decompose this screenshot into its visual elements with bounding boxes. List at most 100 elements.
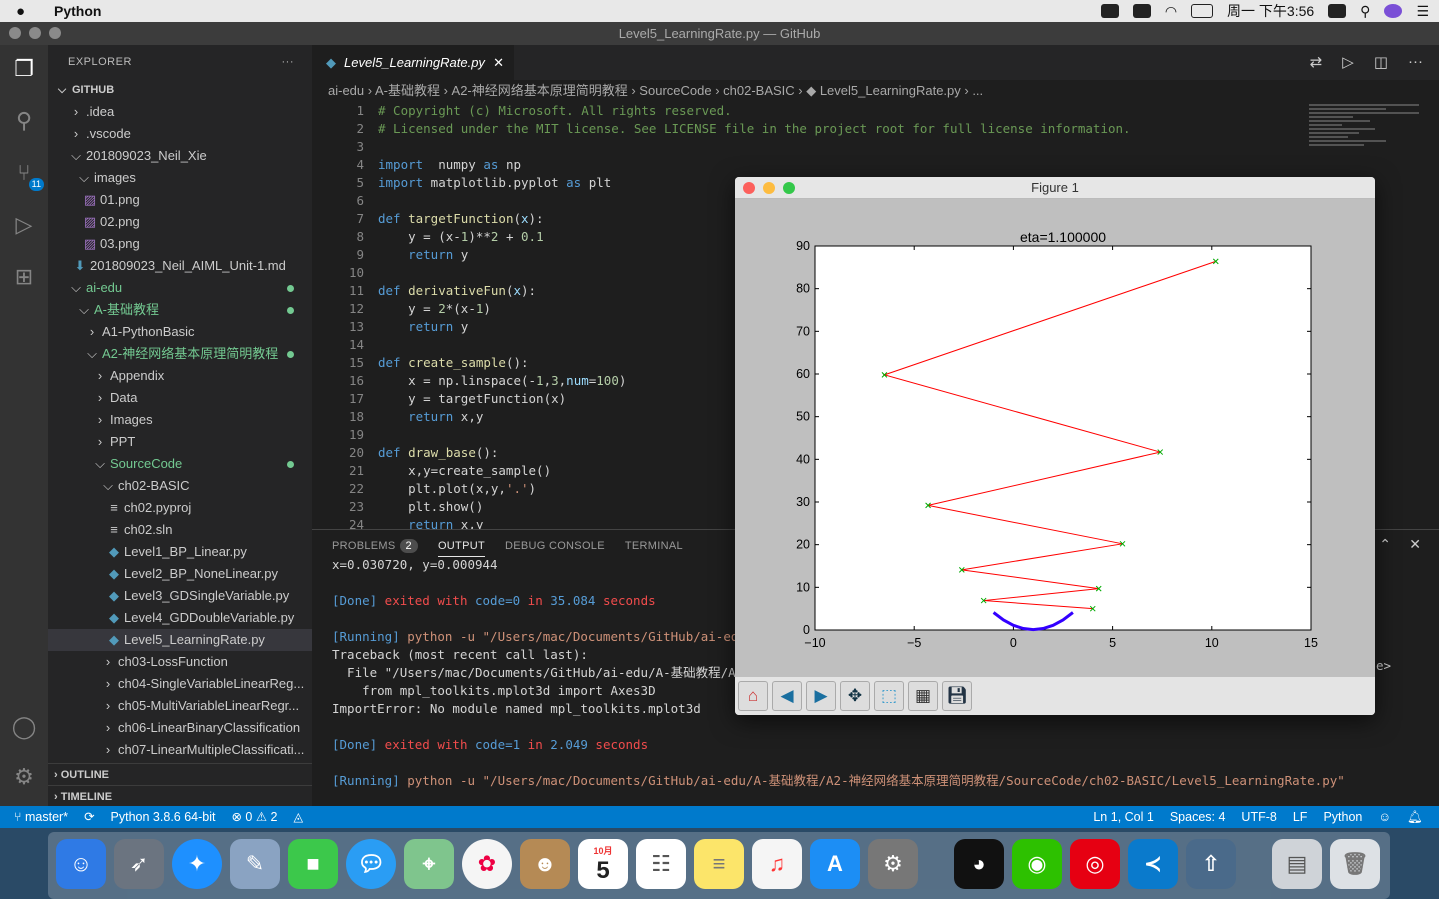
tree-item[interactable]: ◆ Level1_BP_Linear.py [48, 541, 312, 563]
tree-item[interactable]: ◆ Level4_GDDoubleVariable.py [48, 607, 312, 629]
launchpad-icon[interactable]: ➶ [114, 839, 164, 889]
tree-item[interactable]: › Images [48, 409, 312, 431]
line-ending[interactable]: LF [1293, 806, 1308, 828]
notes-icon[interactable]: ≡ [694, 839, 744, 889]
open-changes-icon[interactable]: ⇄ [1310, 53, 1323, 71]
input-method-icon[interactable] [1328, 4, 1347, 18]
subplots-config-icon[interactable]: ▦ [908, 681, 938, 711]
tree-item[interactable]: › Data [48, 387, 312, 409]
cursor-position[interactable]: Ln 1, Col 1 [1093, 806, 1153, 828]
close-window-button[interactable] [9, 27, 21, 39]
tree-item[interactable]: ▨ 01.png [48, 189, 312, 211]
music-icon[interactable]: ♫ [752, 839, 802, 889]
run-file-icon[interactable]: ▷ [1342, 53, 1354, 71]
tree-item[interactable]: ▨ 02.png [48, 211, 312, 233]
editor-more-icon[interactable]: ··· [1408, 53, 1423, 71]
tree-item[interactable]: ⌵ A2-神经网络基本原理简明教程 [48, 343, 312, 365]
tree-item[interactable]: ≡ ch02.sln [48, 519, 312, 541]
forward-icon[interactable]: ▶ [806, 681, 836, 711]
messages-icon[interactable]: 💬︎ [346, 839, 396, 889]
tree-item[interactable]: ⌵ images [48, 167, 312, 189]
tree-item[interactable]: › Appendix [48, 365, 312, 387]
tree-item[interactable]: › .idea [48, 101, 312, 123]
siri-icon[interactable] [1384, 4, 1403, 18]
tree-item[interactable]: ⌵ SourceCode [48, 453, 312, 475]
tree-item[interactable]: › A1-PythonBasic [48, 321, 312, 343]
tree-item[interactable]: ◆ Level5_LearningRate.py [48, 629, 312, 651]
clock[interactable]: 周一 下午3:56 [1227, 1, 1314, 21]
figure-close-button[interactable] [743, 182, 755, 194]
sync-icon[interactable]: ⟳ [84, 806, 94, 828]
app-store-icon[interactable]: A [810, 839, 860, 889]
timeline-section[interactable]: › TIMELINE [48, 785, 312, 807]
panel-tab-terminal[interactable]: TERMINAL [625, 540, 683, 552]
preview-icon[interactable]: ✎ [230, 839, 280, 889]
accounts-icon[interactable]: ◯ [10, 713, 38, 741]
problems-status[interactable]: ⊗ 0 ⚠ 2 [231, 806, 277, 828]
python-launcher-icon[interactable]: ⇧ [1186, 839, 1236, 889]
tree-item[interactable]: › ch05-MultiVariableLinearRegr... [48, 695, 312, 717]
tree-item[interactable]: › .vscode [48, 123, 312, 145]
tree-item[interactable]: ⌵ A-基础教程 [48, 299, 312, 321]
wechat-icon[interactable]: ◉ [1012, 839, 1062, 889]
contacts-icon[interactable]: ☻ [520, 839, 570, 889]
tree-item[interactable]: ◆ Level3_GDSingleVariable.py [48, 585, 312, 607]
netease-music-icon[interactable]: ◎ [1070, 839, 1120, 889]
apple-icon[interactable]: ● [16, 3, 44, 20]
live-share-icon[interactable]: ◬ [294, 806, 304, 828]
notification-center-icon[interactable]: ☰ [1416, 3, 1429, 20]
system-preferences-icon[interactable]: ⚙ [868, 839, 918, 889]
explorer-icon[interactable]: ❐ [10, 55, 38, 83]
run-debug-icon[interactable]: ▷ [10, 211, 38, 239]
tree-item[interactable]: › PPT [48, 431, 312, 453]
maps-icon[interactable]: ⌖ [404, 839, 454, 889]
panel-tab-problems[interactable]: PROBLEMS 2 [332, 539, 418, 553]
save-figure-icon[interactable]: 💾︎ [942, 681, 972, 711]
language-mode[interactable]: Python [1323, 806, 1362, 828]
vscode-icon[interactable]: ≺ [1128, 839, 1178, 889]
indentation[interactable]: Spaces: 4 [1170, 806, 1226, 828]
zoom-window-button[interactable] [49, 27, 61, 39]
wechat-tray-icon[interactable] [1100, 4, 1119, 18]
source-control-icon[interactable]: ⑂ 11 [10, 159, 44, 191]
home-icon[interactable]: ⌂ [738, 681, 768, 711]
wifi-icon[interactable]: ◠ [1165, 3, 1177, 20]
tree-item[interactable]: ⌵ ch02-BASIC [48, 475, 312, 497]
tree-item[interactable]: › ch03-LossFunction [48, 651, 312, 673]
calendar-icon[interactable]: 10月 5 [578, 839, 628, 889]
safari-icon[interactable]: ✦ [172, 839, 222, 889]
split-editor-icon[interactable]: ◫ [1374, 53, 1388, 71]
close-panel-icon[interactable]: ✕ [1409, 536, 1421, 553]
tree-item[interactable]: ⌵ 201809023_Neil_Xie [48, 145, 312, 167]
finder-icon[interactable]: ☺ [56, 839, 106, 889]
tree-item[interactable]: ⬇ 201809023_Neil_AIML_Unit-1.md [48, 255, 312, 277]
close-tab-icon[interactable]: ✕ [493, 45, 504, 80]
search-icon[interactable]: ⚲ [10, 107, 38, 135]
tree-item[interactable]: ⌵ GITHUB [48, 79, 312, 101]
panel-tab-debug-console[interactable]: DEBUG CONSOLE [505, 540, 605, 552]
bell-icon[interactable]: 🔔︎ [1407, 806, 1423, 828]
maximize-panel-icon[interactable]: ⌃ [1379, 536, 1391, 553]
breadcrumb[interactable]: ai-edu › A-基础教程 › A2-神经网络基本原理简明教程 › Sour… [312, 80, 1439, 102]
photos-icon[interactable]: ✿ [462, 839, 512, 889]
qq-tray-icon[interactable] [1132, 4, 1151, 18]
spotlight-icon[interactable]: ⚲ [1360, 3, 1370, 20]
panel-tab-output[interactable]: OUTPUT [437, 535, 485, 557]
back-icon[interactable]: ◀ [772, 681, 802, 711]
zoom-rect-icon[interactable]: ⬚ [874, 681, 904, 711]
facetime-icon[interactable]: ■ [288, 839, 338, 889]
qq-icon[interactable]: ◕ [954, 839, 1004, 889]
minimize-window-button[interactable] [29, 27, 41, 39]
python-interpreter[interactable]: Python 3.8.6 64-bit [111, 806, 216, 828]
tab-level5-learningrate[interactable]: ◆ Level5_LearningRate.py ✕ [312, 45, 514, 80]
app-name[interactable]: Python [54, 3, 101, 19]
downloads-stack-icon[interactable]: ▤ [1272, 839, 1322, 889]
outline-section[interactable]: › OUTLINE [48, 763, 312, 785]
plot-canvas[interactable]: eta=1.100000 −10 −5 0 5 10 15 0 10 20 30 40 50 60 70 80… [735, 199, 1375, 677]
more-actions-icon[interactable]: ··· [282, 45, 295, 79]
figure-minimize-button[interactable] [763, 182, 775, 194]
trash-icon[interactable]: 🗑︎ [1330, 839, 1380, 889]
tree-item[interactable]: › ch07-LinearMultipleClassificati... [48, 739, 312, 761]
tree-item[interactable]: ≡ ch02.pyproj [48, 497, 312, 519]
battery-icon[interactable] [1191, 4, 1214, 18]
